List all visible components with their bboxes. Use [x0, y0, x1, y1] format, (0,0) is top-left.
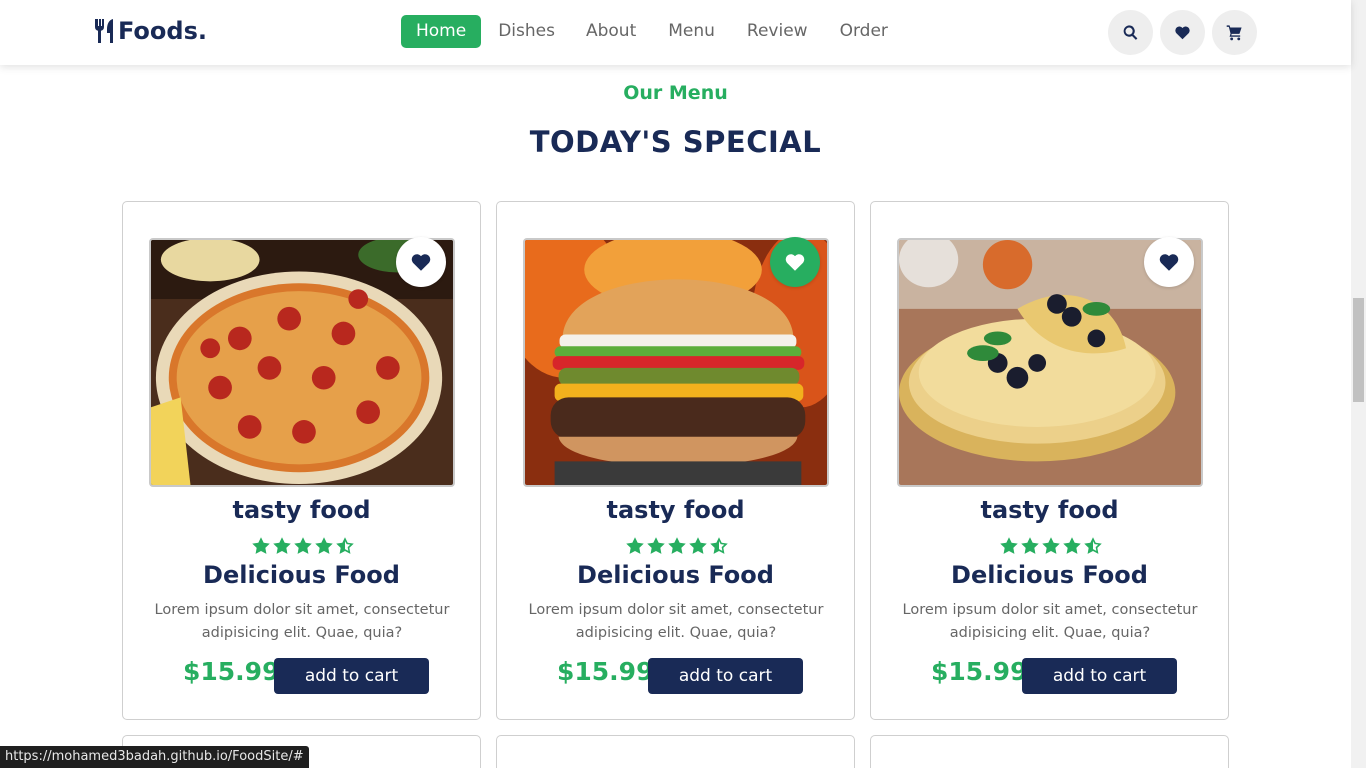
- favorites-button[interactable]: [1160, 10, 1205, 55]
- main-nav: Home Dishes About Menu Review Order: [401, 15, 905, 48]
- heart-icon: [411, 254, 431, 271]
- nav-dishes[interactable]: Dishes: [483, 15, 569, 48]
- star-icon: [1042, 537, 1060, 554]
- add-to-cart-button[interactable]: add to cart: [648, 658, 803, 694]
- menu-card: [496, 735, 855, 768]
- star-half-icon: [336, 537, 354, 554]
- star-half-icon: [1084, 537, 1102, 554]
- star-icon: [1000, 537, 1018, 554]
- card-name: Delicious Food: [951, 561, 1148, 589]
- link-status-bar: https://mohamed3badah.github.io/FoodSite…: [0, 746, 309, 768]
- star-icon: [1063, 537, 1081, 554]
- card-description: Lorem ipsum dolor sit amet, consectetur …: [528, 602, 824, 641]
- star-icon: [315, 537, 333, 554]
- card-description: Lorem ipsum dolor sit amet, consectetur …: [902, 602, 1198, 641]
- add-to-cart-button[interactable]: add to cart: [274, 658, 429, 694]
- nav-home[interactable]: Home: [401, 15, 482, 48]
- heart-icon: [1159, 254, 1179, 271]
- card-description: Lorem ipsum dolor sit amet, consectetur …: [154, 602, 450, 641]
- card-title: tasty food: [980, 496, 1119, 524]
- search-button[interactable]: [1108, 10, 1153, 55]
- rating-stars: [999, 536, 1103, 556]
- star-half-icon: [710, 537, 728, 554]
- section-sub-heading: Our Menu: [623, 82, 728, 104]
- page-scrollbar[interactable]: [1351, 0, 1366, 768]
- search-icon: [1123, 25, 1138, 40]
- cart-icon: [1226, 25, 1242, 41]
- menu-card: [870, 735, 1229, 768]
- star-icon: [252, 537, 270, 554]
- nav-order[interactable]: Order: [825, 15, 903, 48]
- rating-stars: [625, 536, 729, 556]
- nav-review[interactable]: Review: [732, 15, 823, 48]
- card-title: tasty food: [606, 496, 745, 524]
- scrollbar-thumb[interactable]: [1353, 298, 1364, 402]
- star-icon: [294, 537, 312, 554]
- favorite-button[interactable]: [1144, 237, 1194, 287]
- card-title: tasty food: [232, 496, 371, 524]
- menu-card: tasty food Delicious Food Lorem ipsum do…: [122, 201, 481, 720]
- star-icon: [647, 537, 665, 554]
- card-name: Delicious Food: [577, 561, 774, 589]
- favorite-button[interactable]: [396, 237, 446, 287]
- card-price: $15.99: [557, 657, 654, 686]
- card-name: Delicious Food: [203, 561, 400, 589]
- favorite-button[interactable]: [770, 237, 820, 287]
- site-header: Foods. Home Dishes About Menu Review Ord…: [0, 0, 1351, 65]
- logo-text: Foods.: [118, 17, 207, 45]
- header-icons: [1108, 10, 1257, 55]
- card-price: $15.99: [183, 657, 280, 686]
- nav-about[interactable]: About: [571, 15, 651, 48]
- star-icon: [668, 537, 686, 554]
- heart-icon: [1175, 26, 1190, 40]
- card-price: $15.99: [931, 657, 1028, 686]
- utensils-icon: [95, 19, 113, 43]
- add-to-cart-button[interactable]: add to cart: [1022, 658, 1177, 694]
- star-icon: [689, 537, 707, 554]
- heart-icon: [785, 254, 805, 271]
- cart-button[interactable]: [1212, 10, 1257, 55]
- logo[interactable]: Foods.: [94, 16, 207, 46]
- star-icon: [626, 537, 644, 554]
- rating-stars: [251, 536, 355, 556]
- star-icon: [1021, 537, 1039, 554]
- section-heading: TODAY'S SPECIAL: [529, 125, 822, 159]
- menu-card: tasty food Delicious Food Lorem ipsum do…: [870, 201, 1229, 720]
- menu-card: tasty food Delicious Food Lorem ipsum do…: [496, 201, 855, 720]
- star-icon: [273, 537, 291, 554]
- nav-menu[interactable]: Menu: [653, 15, 730, 48]
